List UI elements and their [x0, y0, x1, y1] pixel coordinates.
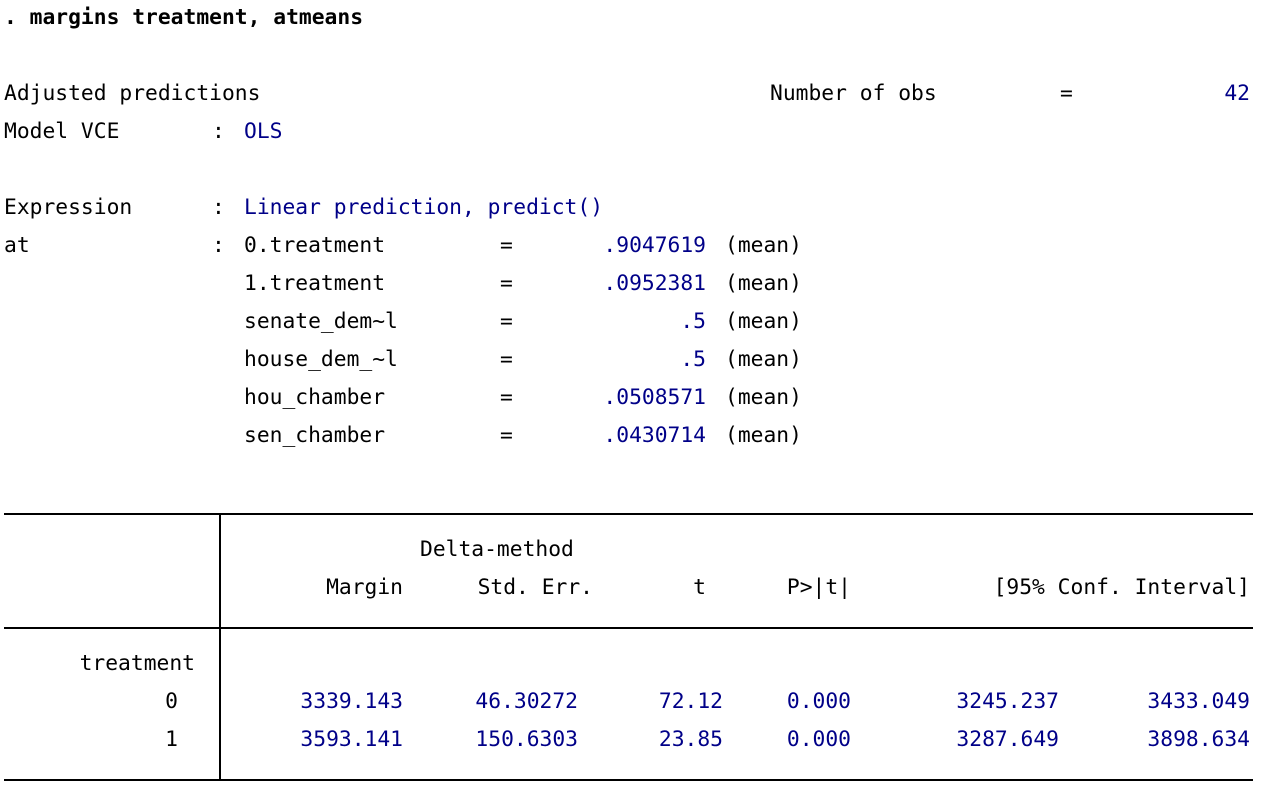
group-label: treatment [79, 651, 195, 676]
cell-p-value: 0.000 [786, 689, 851, 714]
at-row-name: 0.treatment [244, 233, 386, 258]
expression-colon: : [212, 195, 225, 220]
at-row-stat: (mean) [725, 385, 802, 410]
at-row-stat: (mean) [725, 423, 802, 448]
at-label: at [4, 233, 30, 258]
at-row-name: senate_dem~l [244, 309, 398, 334]
cell-std-err: 46.30272 [475, 689, 578, 714]
at-row-stat: (mean) [725, 271, 802, 296]
nobs-value: 42 [1224, 81, 1250, 106]
cell-ci-high: 3898.634 [1147, 727, 1250, 752]
command-line: . margins treatment, atmeans [4, 5, 364, 30]
at-row-value: .5 [680, 309, 706, 334]
at-row-value: .0430714 [603, 423, 706, 448]
output-title: Adjusted predictions [4, 81, 261, 106]
vce-colon: : [212, 119, 225, 144]
nobs-equals: = [1060, 81, 1073, 106]
at-row-name: house_dem_~l [244, 347, 398, 372]
cell-ci-high: 3433.049 [1147, 689, 1250, 714]
at-row-equals: = [500, 423, 513, 448]
at-row-value: .0508571 [603, 385, 706, 410]
column-header-std-err: Std. Err. [477, 575, 593, 600]
cell-t: 23.85 [658, 727, 723, 752]
column-header-t: t [693, 575, 706, 600]
vce-label: Model VCE [4, 119, 120, 144]
at-row-value: .9047619 [603, 233, 706, 258]
column-header-margin: Margin [326, 575, 403, 600]
cell-ci-low: 3287.649 [956, 727, 1059, 752]
table-vertical-rule [219, 513, 221, 781]
at-row-stat: (mean) [725, 309, 802, 334]
at-row-equals: = [500, 233, 513, 258]
at-row-equals: = [500, 385, 513, 410]
at-row-stat: (mean) [725, 347, 802, 372]
at-row-value: .0952381 [603, 271, 706, 296]
row-level: 1 [165, 727, 178, 752]
at-row-stat: (mean) [725, 233, 802, 258]
cell-ci-low: 3245.237 [956, 689, 1059, 714]
column-header-p-value: P>|t| [786, 575, 851, 600]
cell-t: 72.12 [658, 689, 723, 714]
at-row-name: hou_chamber [244, 385, 386, 410]
delta-method-label: Delta-method [420, 537, 574, 562]
cell-margin: 3593.141 [300, 727, 403, 752]
at-row-name: sen_chamber [244, 423, 386, 448]
vce-value: OLS [244, 119, 283, 144]
cell-margin: 3339.143 [300, 689, 403, 714]
column-header-conf-interval: [95% Conf. Interval] [993, 575, 1250, 600]
at-row-name: 1.treatment [244, 271, 386, 296]
at-row-equals: = [500, 347, 513, 372]
table-bottom-rule [4, 779, 1253, 781]
nobs-label: Number of obs [770, 81, 937, 106]
cell-std-err: 150.6303 [475, 727, 578, 752]
expression-value: Linear prediction, predict() [244, 195, 604, 220]
table-header-rule [4, 627, 1253, 629]
at-colon: : [212, 233, 225, 258]
table-top-rule [4, 513, 1253, 515]
expression-label: Expression [4, 195, 133, 220]
cell-p-value: 0.000 [786, 727, 851, 752]
row-level: 0 [165, 689, 178, 714]
at-row-value: .5 [680, 347, 706, 372]
at-row-equals: = [500, 271, 513, 296]
at-row-equals: = [500, 309, 513, 334]
